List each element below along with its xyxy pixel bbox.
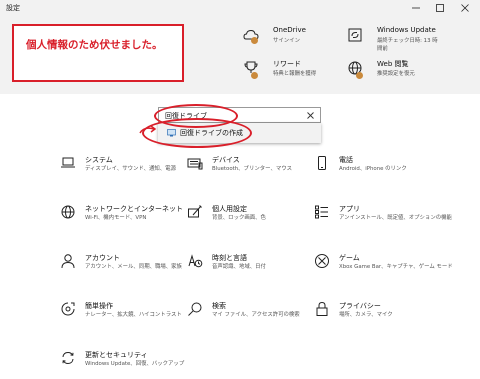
control-panel-icon	[167, 129, 176, 137]
category-title: アプリ	[339, 205, 360, 213]
annotation-arrow-icon	[139, 125, 157, 134]
settings-header: 個人情報のため伏せました。 OneDrive サインイン Windows Upd…	[0, 16, 480, 94]
category-title: システム	[85, 156, 113, 164]
status-badge	[251, 72, 258, 79]
pen-tablet-icon	[188, 205, 202, 218]
minimize-button[interactable]	[405, 0, 427, 16]
status-badge	[356, 72, 363, 79]
category-title: デバイス	[212, 156, 240, 164]
clear-icon[interactable]	[306, 111, 315, 120]
settings-search-box[interactable]: 回復ドライブ	[158, 107, 321, 123]
maximize-button[interactable]	[429, 0, 451, 16]
web-browsing-subtitle: 推奨設定を復元	[377, 71, 415, 77]
web-browsing-title: Web 閲覧	[377, 60, 409, 68]
keyboard-icon	[187, 158, 203, 170]
category-title: 簡単操作	[85, 302, 113, 310]
ease-of-access-icon	[61, 302, 75, 316]
category-subtitle: アンインストール、既定値、オプションの機能	[339, 215, 452, 221]
search-input[interactable]: 回復ドライブ	[165, 111, 207, 121]
lock-icon	[316, 301, 328, 316]
suggestion-label: 回復ドライブの作成	[180, 129, 243, 137]
category-privacy[interactable]: プライバシー 場所、カメラ、マイク	[314, 301, 464, 341]
category-subtitle: Windows Update、回復、バックアップ	[85, 361, 185, 367]
maximize-icon	[436, 4, 444, 12]
category-update-security[interactable]: 更新とセキュリティ Windows Update、回復、バックアップ	[60, 350, 210, 379]
category-apps[interactable]: アプリ アンインストール、既定値、オプションの機能	[314, 204, 464, 244]
status-badge	[251, 37, 258, 44]
window-title: 設定	[6, 4, 20, 12]
category-title: 個人用設定	[212, 205, 247, 213]
privacy-redaction-box: 個人情報のため伏せました。	[12, 24, 184, 82]
category-subtitle: 場所、カメラ、マイク	[339, 312, 393, 318]
category-subtitle: Xbox Game Bar、キャプチャ、ゲーム モード	[339, 264, 453, 270]
category-subtitle: Android、iPhone のリンク	[339, 166, 407, 172]
title-bar: 設定	[0, 0, 480, 16]
windows-update-subtitle: 最終チェック日時: 13 時	[377, 38, 438, 44]
close-button[interactable]	[454, 0, 476, 16]
laptop-icon	[61, 157, 75, 168]
category-title: プライバシー	[339, 302, 381, 310]
search-suggestion[interactable]: 回復ドライブの作成	[158, 123, 321, 143]
sync-icon	[62, 351, 74, 365]
rewards-title: リワード	[273, 60, 301, 68]
onedrive-subtitle: サインイン	[273, 38, 300, 44]
category-title: 時刻と言語	[212, 254, 247, 262]
category-title: アカウント	[85, 254, 120, 262]
category-title: ネットワークとインターネット	[85, 205, 183, 213]
category-title: 検索	[212, 302, 226, 310]
category-title: 更新とセキュリティ	[85, 351, 148, 359]
category-title: ゲーム	[339, 254, 360, 262]
search-icon	[188, 302, 202, 316]
category-phone[interactable]: 電話 Android、iPhone のリンク	[314, 155, 464, 195]
category-gaming[interactable]: ゲーム Xbox Game Bar、キャプチャ、ゲーム モード	[314, 253, 464, 293]
person-icon	[61, 254, 75, 269]
category-title: 電話	[339, 156, 353, 164]
windows-update-title: Windows Update	[377, 26, 436, 34]
time-language-icon	[188, 254, 203, 268]
xbox-icon	[315, 254, 329, 268]
onedrive-title: OneDrive	[273, 26, 306, 34]
windows-update-subtitle-2: 間前	[377, 46, 388, 52]
close-icon	[461, 4, 469, 12]
rewards-subtitle: 特典と報酬を獲得	[273, 71, 317, 77]
apps-list-icon	[315, 205, 328, 219]
minimize-icon	[412, 7, 420, 9]
phone-icon	[318, 156, 326, 170]
update-sync-icon	[348, 28, 362, 42]
privacy-note: 個人情報のため伏せました。	[26, 39, 163, 51]
globe-icon	[61, 205, 75, 219]
